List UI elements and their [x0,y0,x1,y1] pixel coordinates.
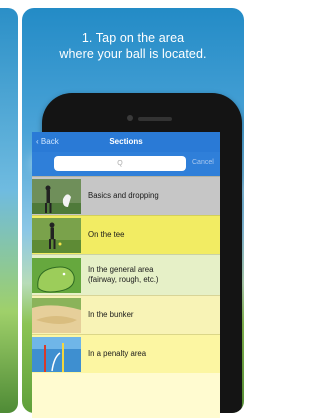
section-label: In the bunker [88,310,134,319]
section-label: On the tee [88,230,125,239]
penalty-area-icon [32,336,81,372]
bunker-icon [32,297,81,333]
app-screen: ‹ Back Sections Q Cancel Basics and drop… [32,132,220,418]
section-label-line-1: In the general area [88,265,154,274]
previous-screenshot-edge [0,8,18,413]
list-item-general-area[interactable]: In the general area (fairway, rough, etc… [32,254,220,295]
search-icon: Q [117,160,123,167]
search-input[interactable]: Q [54,156,186,171]
speaker-slot [138,117,172,121]
section-label-line-2: (fairway, rough, etc.) [88,275,159,284]
nav-bar: ‹ Back Sections [32,132,220,152]
list-item-tee[interactable]: On the tee [32,215,220,254]
headline: 1. Tap on the area where your ball is lo… [22,30,244,62]
tee-icon [32,217,81,253]
search-bar: Q Cancel [32,152,220,176]
camera-dot [127,115,133,121]
list-item-bunker[interactable]: In the bunker [32,295,220,334]
headline-line-2: where your ball is located. [59,47,207,61]
cancel-button[interactable]: Cancel [192,159,214,166]
section-label: In the general area (fairway, rough, etc… [88,265,158,285]
list-item-penalty-area[interactable]: In a penalty area [32,334,220,373]
list-item-basics[interactable]: Basics and dropping [32,176,220,215]
golfer-dropping-icon [32,178,81,214]
section-label: In a penalty area [88,349,147,358]
section-label: Basics and dropping [88,191,159,200]
headline-line-1: 1. Tap on the area [81,31,185,45]
fairway-icon [32,257,81,293]
page-title: Sections [109,137,143,146]
